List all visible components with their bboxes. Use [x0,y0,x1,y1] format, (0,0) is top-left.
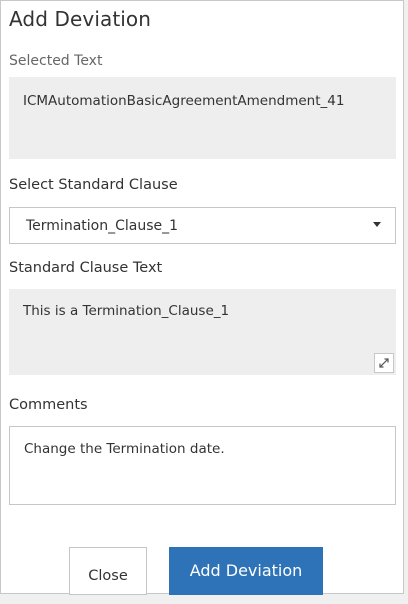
comments-textarea[interactable]: Change the Termination date. [9,426,396,505]
add-deviation-button[interactable]: Add Deviation [169,547,323,595]
expand-icon [379,358,389,368]
expand-button[interactable] [374,353,394,373]
standard-clause-text-field: This is a Termination_Clause_1 [9,289,396,375]
dialog-title: Add Deviation [9,7,152,31]
standard-clause-text-label: Standard Clause Text [9,260,163,276]
standard-clause-dropdown[interactable]: Termination_Clause_1 [9,207,396,244]
comments-label: Comments [9,397,88,413]
caret-down-icon [373,222,381,227]
selected-text-value: ICMAutomationBasicAgreementAmendment_41 [23,93,345,109]
comments-value: Change the Termination date. [24,441,225,457]
select-clause-label: Select Standard Clause [9,177,178,193]
close-button[interactable]: Close [69,547,147,595]
selected-text-field: ICMAutomationBasicAgreementAmendment_41 [9,77,396,159]
selected-text-label: Selected Text [9,53,103,69]
add-deviation-dialog: Add Deviation Selected Text ICMAutomatio… [0,0,404,595]
standard-clause-text-value: This is a Termination_Clause_1 [23,303,230,319]
dropdown-selected-value: Termination_Clause_1 [26,218,179,234]
